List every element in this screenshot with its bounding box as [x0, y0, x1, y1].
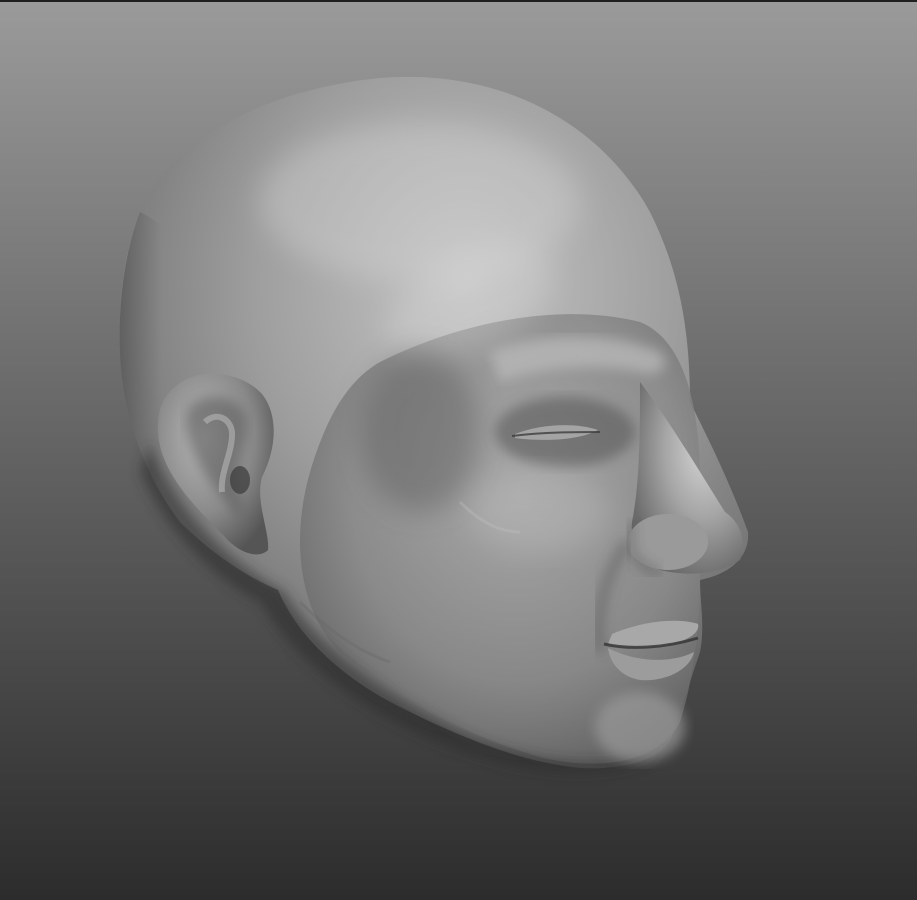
cheek-highlight — [470, 472, 610, 552]
viewport-canvas[interactable] — [0, 2, 917, 900]
ear-canal — [230, 466, 250, 494]
chin — [595, 692, 685, 762]
3d-viewport[interactable] — [0, 0, 917, 900]
temple-shadow — [360, 352, 480, 512]
